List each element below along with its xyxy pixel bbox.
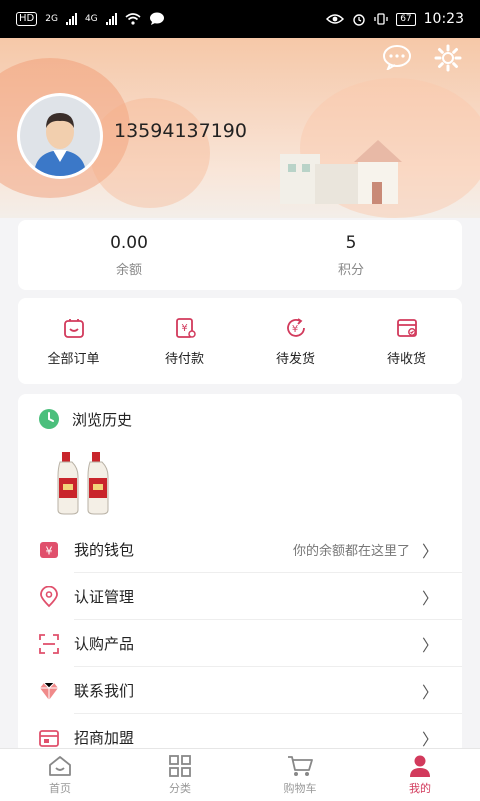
tab-category-label: 分类 [169, 782, 191, 795]
tab-cart[interactable]: 购物车 [240, 749, 360, 801]
alarm-icon [353, 14, 365, 26]
avatar[interactable] [20, 96, 100, 176]
header-actions [382, 44, 462, 72]
home-icon [49, 756, 71, 776]
tab-category[interactable]: 分类 [120, 749, 240, 801]
order-unreceived-label: 待收货 [386, 351, 426, 367]
menu-row-certification[interactable]: 认证管理 〉 [18, 573, 462, 620]
diamond-icon [38, 680, 60, 702]
location-pin-icon [38, 585, 60, 608]
user-icon [410, 755, 430, 777]
chevron-right-icon: 〉 [421, 729, 438, 749]
order-unreceived-button[interactable]: 待收货 [351, 298, 462, 384]
signal-icon-2 [105, 13, 117, 25]
chat-bubble-icon [149, 12, 164, 25]
houses-illustration [280, 140, 402, 204]
order-unshipped-button[interactable]: ¥ 待发货 [240, 298, 351, 384]
tab-mine[interactable]: 我的 [360, 749, 480, 801]
signal-icon [65, 13, 77, 25]
store-icon [38, 727, 60, 749]
settings-gear-icon[interactable] [434, 44, 462, 72]
status-bar: HD 2G 4G 67 10:23 [0, 0, 480, 38]
menu-label-franchise: 招商加盟 [74, 729, 135, 747]
menu-label-contact: 联系我们 [74, 682, 135, 700]
chevron-right-icon: 〉 [421, 541, 438, 561]
cart-icon [288, 756, 313, 776]
hd-badge: HD [16, 12, 38, 26]
user-phone-number: 13594137190 [114, 120, 247, 142]
order-all-label: 全部订单 [47, 351, 100, 367]
tab-home[interactable]: 首页 [0, 749, 120, 801]
chevron-right-icon: 〉 [421, 682, 438, 702]
bag-icon [63, 318, 84, 338]
svg-text:¥: ¥ [181, 323, 187, 334]
tab-mine-label: 我的 [409, 782, 431, 795]
balance-card: 0.00 余额 5 积分 [18, 220, 462, 290]
menu-label-wallet: 我的钱包 [74, 541, 135, 559]
scan-icon [38, 633, 60, 655]
menu-row-wallet[interactable]: ¥ 我的钱包 你的余额都在这里了 〉 [18, 526, 462, 573]
history-product-thumbnail[interactable] [54, 446, 126, 518]
battery-indicator: 67 [396, 12, 416, 26]
menu-label-subscribe: 认购产品 [74, 635, 135, 653]
yuan-receipt-icon: ¥ [175, 317, 196, 338]
order-unshipped-label: 待发货 [275, 351, 315, 367]
wallet-icon: ¥ [38, 539, 60, 561]
svg-text:¥: ¥ [46, 544, 53, 557]
points-cell[interactable]: 5 积分 [240, 220, 462, 290]
grid-icon [169, 755, 191, 777]
main-menu-card: 浏览历史 ¥ 我的钱包 你的余额都在这里了 〉 认证管理 〉 认购产品 〉 联系… [18, 394, 462, 754]
tree-decoration-mid [90, 98, 210, 208]
user-avatar-icon [20, 96, 100, 176]
message-icon[interactable] [382, 44, 412, 70]
status-left: HD 2G 4G [16, 12, 165, 26]
balance-cell[interactable]: 0.00 余额 [18, 220, 240, 290]
clock-icon [39, 409, 59, 429]
menu-row-subscribe[interactable]: 认购产品 〉 [18, 620, 462, 667]
network-2g-label: 2G [45, 14, 58, 24]
profile-header: 13594137190 [0, 38, 480, 218]
liquor-bottles-image [57, 452, 109, 515]
menu-label-certification: 认证管理 [74, 588, 135, 606]
balance-amount: 0.00 [110, 232, 148, 253]
box-check-icon [396, 318, 417, 337]
eye-icon [326, 14, 345, 24]
history-header: 浏览历史 [38, 408, 132, 430]
order-all-button[interactable]: 全部订单 [18, 298, 129, 384]
bottom-tab-bar: 首页 分类 购物车 我的 [0, 748, 480, 801]
tab-home-label: 首页 [49, 782, 71, 795]
tab-cart-label: 购物车 [283, 782, 317, 795]
svg-text:¥: ¥ [291, 324, 297, 335]
order-unpaid-button[interactable]: ¥ 待付款 [129, 298, 240, 384]
vibrate-icon [374, 13, 388, 25]
status-right: 67 10:23 [326, 11, 464, 27]
yuan-refresh-icon: ¥ [286, 317, 305, 337]
orders-card: 全部订单 ¥ 待付款 ¥ 待发货 待收货 [18, 298, 462, 384]
clock-time: 10:23 [423, 11, 464, 27]
chevron-right-icon: 〉 [421, 588, 438, 608]
points-amount: 5 [345, 232, 357, 253]
chevron-right-icon: 〉 [421, 635, 438, 655]
menu-row-contact[interactable]: 联系我们 〉 [18, 667, 462, 714]
menu-hint-wallet: 你的余额都在这里了 [292, 544, 410, 559]
points-label: 积分 [337, 262, 364, 278]
network-4g-label: 4G [84, 14, 98, 24]
balance-label: 余额 [115, 262, 142, 278]
wifi-icon [125, 13, 141, 25]
order-unpaid-label: 待付款 [164, 351, 204, 367]
history-title: 浏览历史 [72, 410, 133, 429]
